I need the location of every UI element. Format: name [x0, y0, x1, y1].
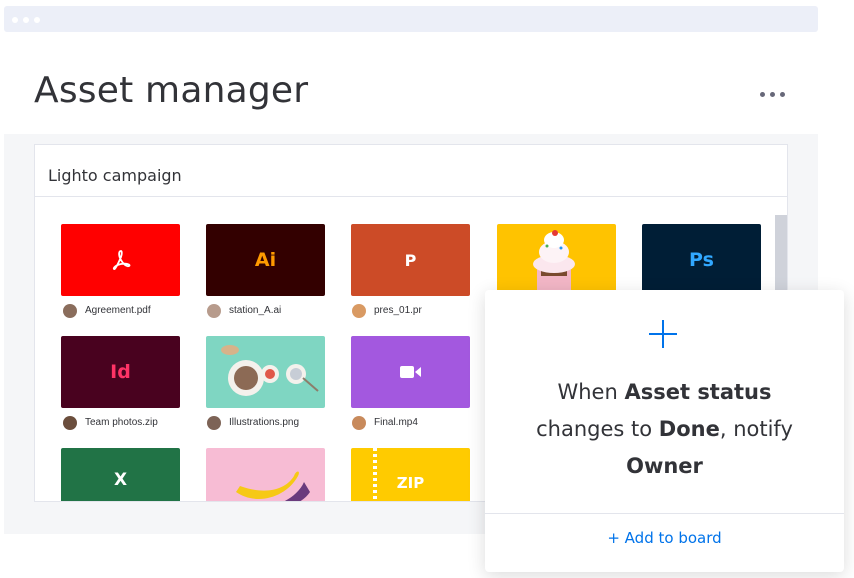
window-dot-icon	[34, 17, 40, 23]
avatar	[207, 304, 221, 318]
rule-field[interactable]: Asset status	[624, 380, 771, 404]
file-tile-zip[interactable]: ZIP	[351, 448, 470, 501]
file-tile-pdf[interactable]	[61, 224, 180, 296]
file-tile-video[interactable]	[351, 336, 470, 408]
rule-word: , notify	[719, 417, 793, 441]
file-label: Agreement.pdf	[63, 303, 151, 319]
file-name: Team photos.zip	[85, 417, 158, 428]
file-tile-pptx[interactable]: P	[351, 224, 470, 296]
avatar	[63, 304, 77, 318]
file-tile-image-cupcake[interactable]	[497, 224, 616, 296]
page-title: Asset manager	[34, 70, 309, 111]
divider	[485, 513, 844, 514]
pdf-icon	[112, 250, 130, 270]
cupcake-image	[533, 230, 575, 296]
add-to-board-button[interactable]: + Add to board	[485, 529, 844, 547]
file-label: Final.mp4	[352, 415, 418, 431]
window-title-bar	[4, 6, 818, 32]
rule-word: changes to	[536, 417, 653, 441]
file-name: Final.mp4	[374, 417, 418, 428]
indesign-icon: Id	[110, 361, 131, 383]
video-camera-icon	[399, 366, 421, 378]
file-tile-indd[interactable]: Id	[61, 336, 180, 408]
file-label: station_A.ai	[207, 303, 281, 319]
food-bowls-image	[221, 345, 319, 396]
avatar	[352, 304, 366, 318]
banana-image	[236, 471, 310, 501]
plus-icon[interactable]	[648, 319, 678, 349]
automation-card: When Asset status changes to Done, notif…	[485, 290, 844, 572]
zipper-icon	[373, 448, 377, 501]
window-dot-icon	[12, 17, 18, 23]
avatar	[207, 416, 221, 430]
avatar	[352, 416, 366, 430]
automation-sentence: When Asset status changes to Done, notif…	[485, 374, 844, 485]
file-tile-xlsx[interactable]: X	[61, 448, 180, 501]
file-tile-image-food[interactable]	[206, 336, 325, 408]
board-name: Lighto campaign	[35, 145, 787, 197]
excel-icon: X	[113, 470, 128, 490]
file-tile-image-banana[interactable]	[206, 448, 325, 501]
file-label: Team photos.zip	[63, 415, 158, 431]
window-dot-icon	[23, 17, 29, 23]
file-name: Illustrations.png	[229, 417, 300, 428]
rule-target[interactable]: Owner	[626, 454, 703, 478]
rule-value[interactable]: Done	[659, 417, 720, 441]
zip-label: ZIP	[396, 474, 425, 492]
file-name: pres_01.pr	[374, 305, 422, 316]
ai-icon: Ai	[254, 249, 277, 271]
file-tile-ai[interactable]: Ai	[206, 224, 325, 296]
powerpoint-icon: P	[404, 250, 417, 270]
file-label: Illustrations.png	[207, 415, 299, 431]
rule-word: When	[557, 380, 618, 404]
photoshop-icon: Ps	[689, 249, 714, 271]
avatar	[63, 416, 77, 430]
file-label: pres_01.pr	[352, 303, 422, 319]
file-name: Agreement.pdf	[85, 305, 151, 316]
file-name: station_A.ai	[229, 305, 282, 316]
more-horizontal-icon[interactable]	[758, 82, 788, 106]
file-tile-psd[interactable]: Ps	[642, 224, 761, 296]
